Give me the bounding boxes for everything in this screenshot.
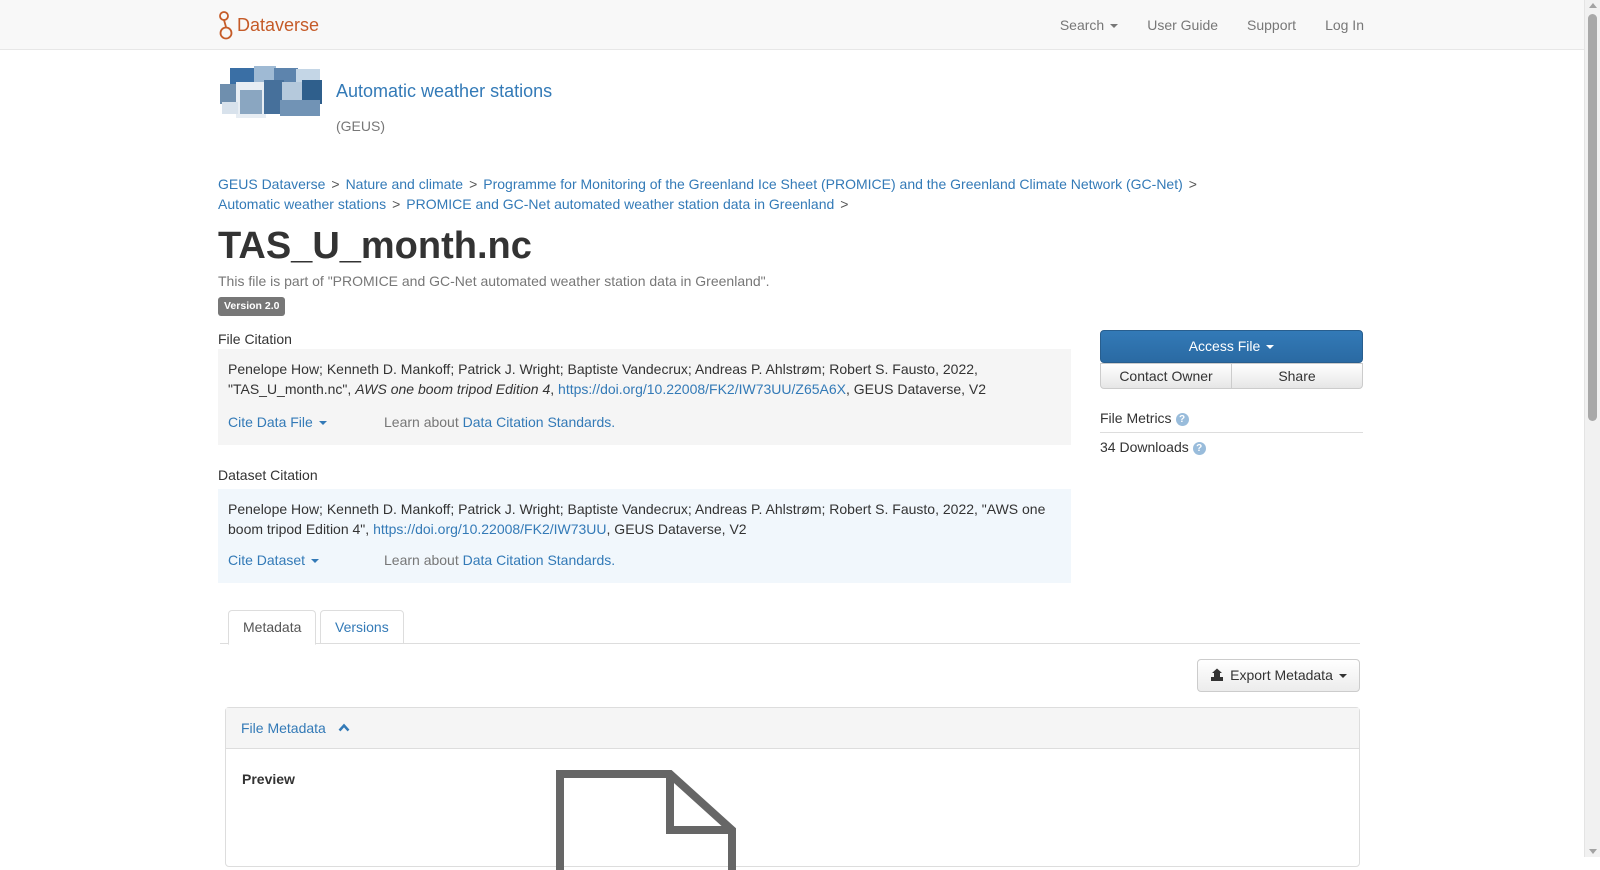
page-title: TAS_U_month.nc bbox=[218, 225, 532, 267]
dataset-citation-label: Dataset Citation bbox=[218, 467, 318, 483]
file-citation-label: File Citation bbox=[218, 331, 292, 347]
question-circle-icon[interactable]: ? bbox=[1192, 442, 1206, 455]
file-citation-actions: Cite Data File Learn about Data Citation… bbox=[228, 412, 615, 432]
file-metadata-panel: File Metadata Preview bbox=[225, 707, 1360, 870]
chevron-up-icon bbox=[338, 723, 350, 732]
tab-metadata[interactable]: Metadata bbox=[228, 610, 317, 645]
dataset-citation-suffix: , GEUS Dataverse, V2 bbox=[606, 521, 747, 537]
file-citation-text: Penelope How; Kenneth D. Mankoff; Patric… bbox=[228, 361, 987, 397]
breadcrumb-separator: > bbox=[1188, 176, 1197, 192]
caret-down-icon bbox=[1110, 24, 1119, 29]
file-citation-doi-link[interactable]: https://doi.org/10.22008/FK2/IW73UU/Z65A… bbox=[558, 381, 846, 397]
file-citation-filename: "TAS_U_month.nc", bbox=[228, 381, 352, 397]
dataverse-thumbnail[interactable] bbox=[218, 66, 323, 120]
cite-dataset-button[interactable]: Cite Dataset bbox=[228, 550, 384, 570]
breadcrumb-promice-programme[interactable]: Programme for Monitoring of the Greenlan… bbox=[483, 176, 1183, 192]
question-circle-icon[interactable]: ? bbox=[1175, 413, 1189, 426]
file-metadata-heading[interactable]: File Metadata bbox=[226, 708, 1359, 749]
nav-support[interactable]: Support bbox=[1247, 17, 1296, 33]
tab-bar: Metadata Versions bbox=[220, 610, 1360, 645]
breadcrumb-separator: > bbox=[331, 176, 340, 192]
access-file-button[interactable]: Access File bbox=[1100, 330, 1363, 363]
brand-text: Dataverse bbox=[237, 14, 320, 35]
nav-log-in[interactable]: Log In bbox=[1325, 17, 1364, 33]
caret-down-icon bbox=[311, 559, 320, 564]
file-metrics-label: File Metrics bbox=[1100, 410, 1172, 426]
downloads-count: 34 Downloads? bbox=[1100, 439, 1206, 455]
nav-search-label: Search bbox=[1059, 17, 1105, 33]
dataset-citation-doi-link[interactable]: https://doi.org/10.22008/FK2/IW73UU bbox=[373, 521, 606, 537]
dataverse-logo-icon bbox=[219, 11, 233, 40]
tab-versions[interactable]: Versions bbox=[320, 610, 404, 644]
version-badge: Version 2.0 bbox=[218, 297, 286, 316]
dataset-citation-box: Penelope How; Kenneth D. Mankoff; Patric… bbox=[218, 489, 1071, 583]
export-metadata-button[interactable]: Export Metadata bbox=[1197, 659, 1360, 692]
scrollbar-thumb[interactable] bbox=[1588, 14, 1597, 421]
caret-down-icon bbox=[1266, 345, 1275, 350]
file-citation-authors: Penelope How; Kenneth D. Mankoff; Patric… bbox=[228, 361, 978, 377]
brand-link[interactable]: Dataverse bbox=[218, 10, 319, 40]
file-metrics-heading: File Metrics? bbox=[1100, 410, 1363, 433]
cite-data-file-label: Cite Data File bbox=[228, 414, 313, 430]
scroll-down-icon[interactable] bbox=[1589, 849, 1597, 854]
access-file-label: Access File bbox=[1188, 338, 1261, 354]
caret-down-icon bbox=[318, 421, 327, 426]
learn-about-text: Learn about Data Citation Standards. bbox=[384, 412, 615, 432]
page-scrollbar[interactable] bbox=[1584, 0, 1600, 857]
breadcrumb-nature-and-climate[interactable]: Nature and climate bbox=[346, 176, 464, 192]
breadcrumb-geus-dataverse[interactable]: GEUS Dataverse bbox=[218, 176, 325, 192]
nav-search[interactable]: Search bbox=[1059, 17, 1119, 33]
data-citation-standards-link[interactable]: Data Citation Standards. bbox=[463, 552, 616, 568]
file-icon bbox=[556, 770, 736, 870]
dataverse-affiliation: (GEUS) bbox=[336, 118, 385, 134]
scroll-up-icon[interactable] bbox=[1589, 3, 1597, 8]
learn-prefix: Learn about bbox=[384, 552, 459, 568]
part-of-text: This file is part of "PROMICE and GC-Net… bbox=[218, 273, 770, 289]
share-button[interactable]: Share bbox=[1231, 363, 1363, 389]
file-metadata-label: File Metadata bbox=[241, 720, 326, 736]
learn-prefix: Learn about bbox=[384, 414, 459, 430]
data-citation-standards-link[interactable]: Data Citation Standards. bbox=[463, 414, 616, 430]
breadcrumb: GEUS Dataverse > Nature and climate > Progra… bbox=[218, 174, 1218, 214]
nav-items: Search User Guide Support Log In bbox=[1031, 0, 1364, 50]
export-icon bbox=[1211, 668, 1224, 681]
breadcrumb-separator: > bbox=[469, 176, 478, 192]
learn-about-text: Learn about Data Citation Standards. bbox=[384, 550, 615, 570]
export-metadata-label: Export Metadata bbox=[1230, 667, 1333, 683]
caret-down-icon bbox=[1338, 674, 1347, 679]
owner-share-buttons: Contact Owner Share bbox=[1100, 363, 1363, 389]
dataverse-name-link[interactable]: Automatic weather stations bbox=[336, 81, 552, 102]
downloads-label: 34 Downloads bbox=[1100, 439, 1189, 455]
breadcrumb-dataset[interactable]: PROMICE and GC-Net automated weather sta… bbox=[406, 196, 834, 212]
breadcrumb-separator: > bbox=[392, 196, 401, 212]
cite-data-file-button[interactable]: Cite Data File bbox=[228, 412, 384, 432]
contact-owner-button[interactable]: Contact Owner bbox=[1100, 363, 1232, 389]
dataset-citation-actions: Cite Dataset Learn about Data Citation S… bbox=[228, 550, 615, 570]
nav-user-guide[interactable]: User Guide bbox=[1147, 17, 1218, 33]
preview-label: Preview bbox=[242, 771, 295, 787]
file-citation-box: Penelope How; Kenneth D. Mankoff; Patric… bbox=[218, 349, 1071, 445]
dataset-citation-text: Penelope How; Kenneth D. Mankoff; Patric… bbox=[228, 499, 1061, 539]
file-citation-dataset-title: AWS one boom tripod Edition 4 bbox=[355, 381, 551, 397]
cite-dataset-label: Cite Dataset bbox=[228, 552, 306, 568]
breadcrumb-separator: > bbox=[840, 196, 849, 212]
top-navbar: Dataverse Search User Guide Support Log … bbox=[0, 0, 1584, 50]
file-citation-suffix: , GEUS Dataverse, V2 bbox=[845, 381, 987, 397]
breadcrumb-automatic-weather-stations[interactable]: Automatic weather stations bbox=[218, 196, 386, 212]
